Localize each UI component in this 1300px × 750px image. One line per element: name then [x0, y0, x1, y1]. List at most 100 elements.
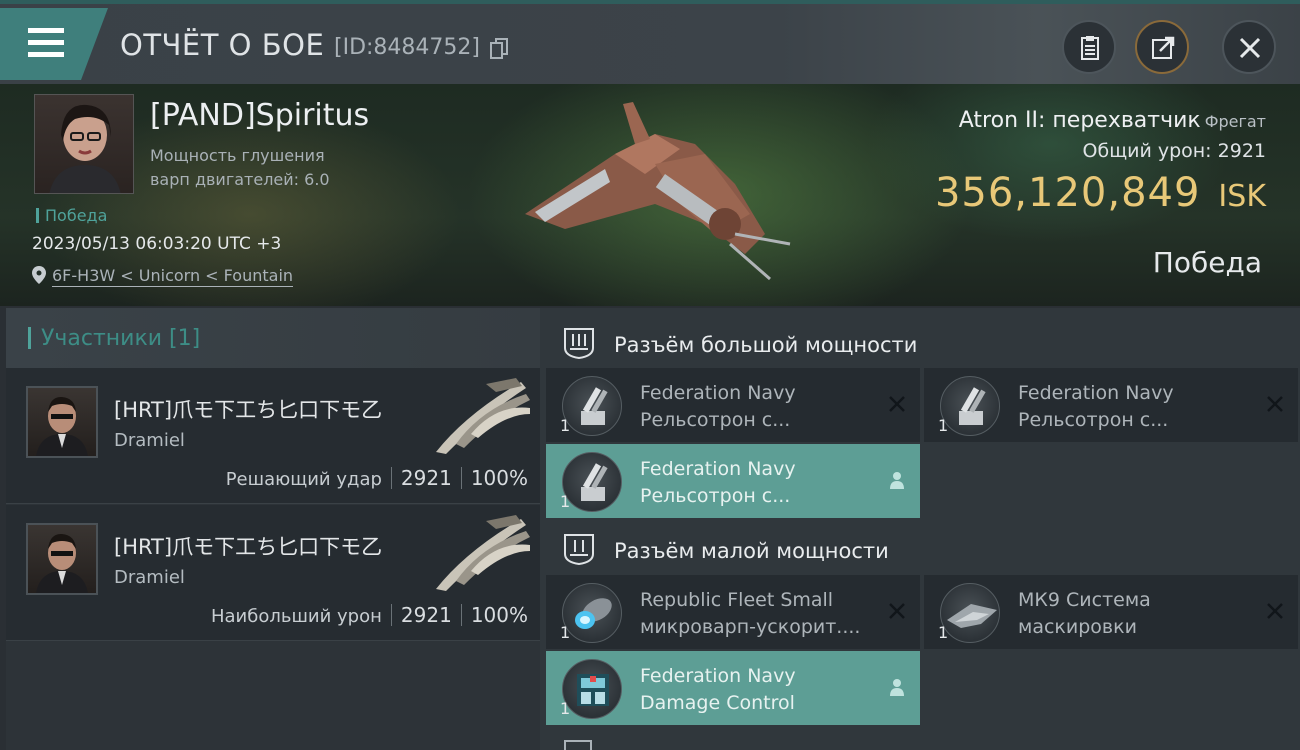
module-qty: 1 [560, 699, 571, 718]
attacker-avatar[interactable] [26, 386, 98, 458]
victim-pilot-name[interactable]: [PAND]Spiritus [150, 98, 369, 133]
attacker-ship-type: Dramiel [114, 567, 185, 588]
module-item[interactable]: 1 Federation Navy Damage Control [546, 651, 920, 725]
isk-amount: 356,120,849 [934, 170, 1201, 216]
module-item[interactable]: 1 Republic Fleet Small микроварп-ускорит… [546, 575, 920, 649]
close-button[interactable] [1222, 20, 1276, 74]
next-section-peek [540, 738, 1300, 750]
module-name-line: МК9 Система [1018, 589, 1151, 611]
total-damage-label: Общий урон: [1082, 140, 1212, 162]
ship-class: Фрегат [1204, 112, 1266, 131]
menu-button[interactable] [0, 8, 108, 80]
ship-render [525, 102, 791, 281]
railgun-icon [562, 452, 622, 512]
attacker-percent: 100% [470, 603, 528, 627]
module-name: МК9 Система маскировки [1018, 587, 1258, 641]
attacker-role: Решающий удар [225, 469, 382, 490]
destroyed-icon [1267, 603, 1283, 619]
attacker-ship-icon [436, 515, 530, 591]
kill-datetime: 2023/05/13 06:03:20 UTC +3 [32, 234, 282, 254]
participants-panel: Участники [1] [HRT]爪モ下工ち匕口下モ乙 Dramiel Ре… [6, 308, 540, 750]
slot-icon-partial [564, 740, 592, 750]
page-title: ОТЧЁТ О БОЕ [120, 28, 325, 62]
attacker-damage: 2921 [400, 603, 452, 627]
attacker-row[interactable]: [HRT]爪モ下工ち匕口下モ乙 Dramiel Решающий удар 292… [6, 368, 540, 504]
microwarpdrive-icon [562, 583, 622, 643]
low-slot-header: Разъём малой мощности [540, 520, 1300, 576]
module-name: Federation Navy Рельсотрон с... [640, 380, 880, 434]
module-qty: 1 [938, 416, 949, 435]
attacker-row[interactable]: [HRT]爪モ下工ち匕口下モ乙 Dramiel Наибольший урон 2… [6, 505, 540, 641]
high-slot-header: Разъём большой мощности [540, 314, 1300, 370]
module-name-line: Рельсотрон с... [640, 485, 791, 507]
result-tag: Победа [36, 206, 107, 225]
victim-banner: [PAND]Spiritus Мощность глушения варп дв… [0, 84, 1300, 306]
victim-ship-name[interactable]: Atron II: перехватчик Фрегат [959, 108, 1266, 133]
avatar-image [36, 533, 88, 593]
high-slot-title: Разъём большой мощности [614, 333, 918, 357]
module-name-line: Damage Control [640, 692, 795, 714]
avatar-image [36, 396, 88, 456]
clipboard-icon [1081, 36, 1099, 60]
module-name-line: Рельсотрон с... [1018, 409, 1169, 431]
fitting-panel: Разъём большой мощности 1 Federation Nav… [540, 308, 1300, 750]
module-qty: 1 [560, 416, 571, 435]
module-name-line: Federation Navy [1018, 382, 1174, 404]
total-damage: Общий урон: 2921 [1083, 140, 1266, 162]
clipboard-button[interactable] [1062, 20, 1116, 74]
menu-icon-bar [28, 52, 64, 57]
module-qty: 1 [560, 492, 571, 511]
module-name-line: маскировки [1018, 616, 1137, 638]
module-qty: 1 [560, 623, 571, 642]
railgun-icon [562, 376, 622, 436]
participants-title: Участники [1] [28, 326, 200, 351]
module-name-line: микроварп-ускорит.... [640, 616, 861, 638]
destroyed-icon [889, 396, 905, 412]
stat-line: варп двигателей: 6.0 [150, 170, 330, 189]
isk-value: 356,120,849 ISK [935, 170, 1266, 216]
isk-unit: ISK [1218, 179, 1266, 214]
menu-icon-bar [28, 40, 64, 45]
battle-result: Победа [1152, 246, 1262, 279]
share-button[interactable] [1135, 20, 1189, 74]
attacker-corp-name: [HRT]爪モ下工ち匕口下モ乙 [114, 535, 383, 559]
top-bar: ОТЧЁТ О БОЕ [ID:8484752] [0, 0, 1300, 84]
module-name-line: Republic Fleet Small [640, 589, 834, 611]
ship-name-text: Atron II: перехватчик [958, 108, 1201, 133]
divider [460, 467, 462, 489]
high-slot-icon [564, 328, 594, 360]
divider [460, 604, 462, 626]
copy-icon[interactable] [490, 38, 508, 60]
module-name-line: Federation Navy [640, 382, 796, 404]
attacker-ship-icon [436, 378, 530, 454]
victim-portrait[interactable] [34, 94, 134, 194]
menu-icon [28, 28, 64, 33]
attacker-ship-type: Dramiel [114, 430, 185, 451]
location-link[interactable]: 6F-H3W < Unicorn < Fountain [52, 266, 294, 287]
kill-location[interactable]: 6F-H3W < Unicorn < Fountain [32, 266, 294, 287]
attacker-damage: 2921 [400, 466, 452, 490]
attacker-avatar[interactable] [26, 523, 98, 595]
module-item[interactable]: 1 Federation Navy Рельсотрон с... [924, 368, 1298, 442]
stat-line: Мощность глушения [150, 146, 325, 165]
module-name: Federation Navy Рельсотрон с... [1018, 380, 1258, 434]
share-icon [1152, 36, 1175, 59]
low-slot-title: Разъём малой мощности [614, 539, 889, 563]
module-qty: 1 [938, 623, 949, 642]
destroyed-icon [1267, 396, 1283, 412]
module-name-line: Federation Navy [640, 458, 796, 480]
railgun-icon [940, 376, 1000, 436]
attacker-percent: 100% [470, 466, 528, 490]
report-id: [ID:8484752] [334, 35, 480, 60]
victim-stat: Мощность глушения варп двигателей: 6.0 [150, 144, 390, 192]
module-name: Federation Navy Damage Control [640, 663, 880, 717]
location-pin-icon [32, 266, 46, 284]
module-item[interactable]: 1 Federation Navy Рельсотрон с... [546, 368, 920, 442]
attacker-corp-name: [HRT]爪モ下工ち匕口下モ乙 [114, 398, 383, 422]
attacker-role: Наибольший урон [210, 606, 382, 627]
participants-header: Участники [1] [6, 308, 540, 368]
divider [390, 604, 392, 626]
module-item[interactable]: 1 Federation Navy Рельсотрон с... [546, 444, 920, 518]
module-item[interactable]: 1 МК9 Система маскировки [924, 575, 1298, 649]
module-name-line: Рельсотрон с... [640, 409, 791, 431]
